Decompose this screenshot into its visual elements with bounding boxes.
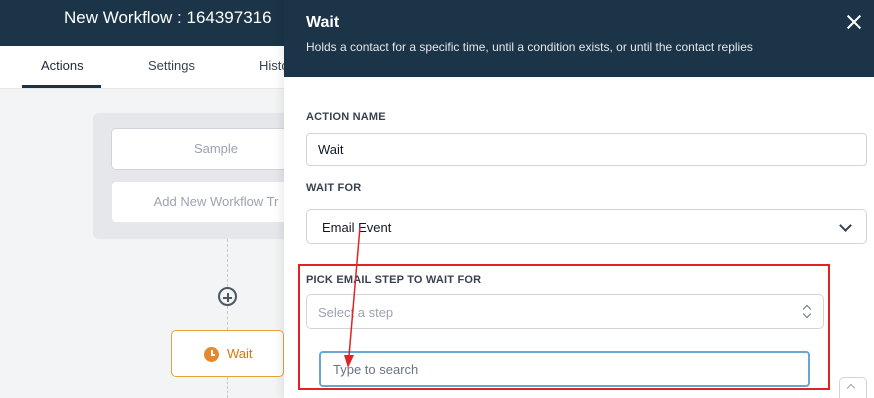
drawer-title: Wait <box>306 14 340 31</box>
wait-drawer: Wait Holds a contact for a specific time… <box>284 0 874 398</box>
close-icon[interactable] <box>846 14 862 30</box>
action-name-label: ACTION NAME <box>306 111 386 123</box>
wait-node-label: Wait <box>227 346 253 361</box>
wait-for-value: Email Event <box>322 220 392 235</box>
step-search-input[interactable] <box>319 351 810 387</box>
connector-line <box>227 377 228 398</box>
updown-arrows-icon <box>802 304 812 320</box>
pick-step-label: PICK EMAIL STEP TO WAIT FOR <box>306 274 482 286</box>
pick-step-placeholder: Select a step <box>318 305 394 320</box>
tab-actions[interactable]: Actions <box>41 58 84 73</box>
connector-line <box>227 306 228 330</box>
tab-settings[interactable]: Settings <box>148 58 195 73</box>
drawer-header: Wait Holds a contact for a specific time… <box>284 0 874 77</box>
drawer-subtitle: Holds a contact for a specific time, unt… <box>306 40 753 54</box>
chevron-down-icon <box>839 219 852 232</box>
add-action-icon[interactable] <box>218 287 237 306</box>
partial-select-control[interactable] <box>839 377 867 398</box>
workflow-title: New Workflow : 164397316 <box>64 8 272 27</box>
wait-for-select[interactable]: Email Event <box>306 209 867 244</box>
connector-line <box>227 239 228 287</box>
active-tab-indicator <box>22 85 101 88</box>
pick-step-select[interactable]: Select a step <box>306 294 824 329</box>
wait-action-node[interactable]: Wait <box>171 330 284 377</box>
wait-for-label: WAIT FOR <box>306 182 362 194</box>
clock-icon <box>204 347 219 362</box>
action-name-input[interactable] <box>306 133 867 166</box>
